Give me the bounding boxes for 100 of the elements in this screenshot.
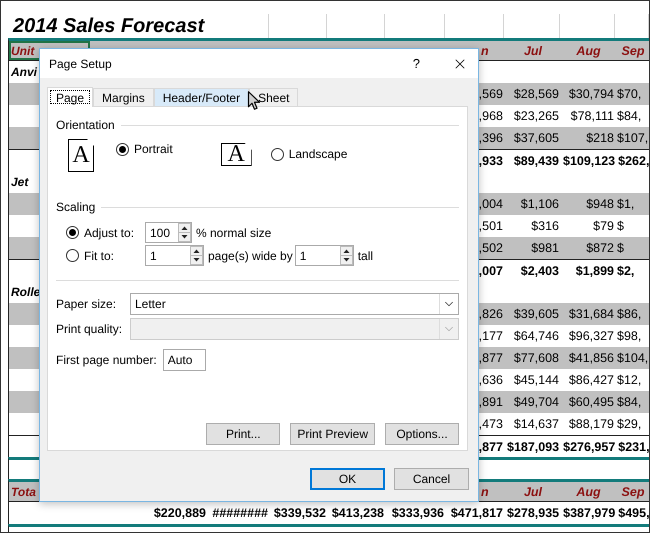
table-cell: $387,979: [563, 506, 616, 520]
table-cell: $: [617, 241, 624, 255]
table-cell: $316: [531, 219, 559, 233]
table-cell: $84,: [617, 109, 642, 123]
table-cell: $86,427: [568, 373, 614, 387]
table-cell: $262,: [618, 154, 649, 168]
table-cell: $948: [586, 197, 614, 211]
ok-button[interactable]: OK: [310, 468, 385, 490]
dialog-button[interactable]: Print...: [206, 423, 280, 445]
column-header: n: [480, 484, 489, 498]
table-cell: $96,327: [568, 329, 614, 343]
table-cell: ,502: [478, 241, 503, 255]
table-cell: ,636: [478, 373, 503, 387]
radio-button[interactable]: [66, 249, 79, 262]
sheet-title: 2014 Sales Forecast: [12, 14, 204, 38]
column-header: Aug: [576, 44, 601, 58]
row-label: Rolle: [11, 285, 40, 299]
table-cell: $70,: [617, 87, 642, 101]
field-label: Paper size:: [56, 297, 118, 311]
cancel-button[interactable]: Cancel: [394, 468, 469, 490]
spinner-caption: % normal size: [196, 226, 272, 240]
row-label: Tota: [11, 484, 36, 498]
table-cell: $1,: [617, 197, 634, 211]
table-cell: $45,144: [514, 373, 559, 387]
radio-button[interactable]: [270, 148, 284, 160]
radio-label[interactable]: Fit to:: [84, 248, 114, 262]
radio-button[interactable]: [66, 226, 79, 239]
table-cell: $60,495: [568, 395, 614, 409]
table-cell: $41,856: [568, 351, 614, 365]
table-cell: $1,106: [520, 197, 559, 211]
tab[interactable]: Page: [47, 87, 94, 107]
table-cell: $88,179: [568, 417, 614, 431]
table-cell: ,007: [478, 264, 503, 278]
spinner-field[interactable]: 1: [145, 245, 204, 266]
row-label: Jet: [11, 175, 28, 189]
table-cell: ,569: [478, 87, 503, 101]
table-cell: $276,957: [563, 440, 616, 454]
table-cell: $104,: [617, 351, 648, 365]
table-cell: $339,532: [274, 506, 326, 520]
table-cell: $28,569: [514, 87, 559, 101]
spinner-field[interactable]: 1: [294, 245, 354, 266]
radio-button[interactable]: [116, 142, 129, 156]
table-cell: $333,936: [392, 506, 444, 520]
dialog-button[interactable]: Options...: [385, 423, 459, 445]
spinner-field[interactable]: 100: [145, 222, 192, 243]
column-header: Jul: [524, 44, 542, 58]
radio-label[interactable]: Landscape: [288, 147, 348, 161]
dialog-title: Page Setup: [49, 56, 113, 70]
table-cell: $39,605: [514, 307, 559, 321]
dropdown[interactable]: Letter: [130, 293, 459, 315]
tab[interactable]: Margins: [93, 88, 154, 106]
dialog-button[interactable]: Print Preview: [290, 423, 375, 445]
table-cell: $79: [593, 219, 614, 233]
table-cell: $29,: [617, 417, 642, 431]
table-cell: ,826: [478, 307, 503, 321]
help-button[interactable]: ?: [408, 56, 424, 71]
table-cell: $49,704: [514, 395, 559, 409]
spinner-caption: page(s) wide by: [208, 248, 293, 262]
table-cell: $218: [586, 131, 614, 145]
table-cell: $981: [531, 241, 559, 255]
table-cell: $12,: [617, 373, 642, 387]
row-label: Anvi: [11, 65, 38, 79]
table-cell: $86,: [617, 307, 642, 321]
field-label: Print quality:: [56, 322, 124, 336]
spin-arrows-icon[interactable]: [190, 246, 203, 265]
column-header: Jul: [524, 484, 542, 498]
column-header: Sep: [622, 484, 644, 498]
portrait-page-icon: A: [68, 139, 94, 172]
table-cell: ,473: [478, 417, 503, 431]
row-label: Unit: [11, 44, 34, 58]
spin-arrows-icon[interactable]: [178, 223, 191, 242]
table-cell: $30,794: [568, 87, 614, 101]
column-header: n: [480, 44, 489, 58]
column-header: Aug: [576, 484, 601, 498]
table-cell: ########: [212, 506, 268, 520]
table-cell: $495,: [618, 506, 649, 520]
table-cell: $98,: [617, 329, 642, 343]
table-cell: $31,684: [568, 307, 614, 321]
table-cell: ,933: [478, 154, 503, 168]
table-cell: $1,899: [576, 264, 614, 278]
radio-label[interactable]: Portrait: [134, 142, 173, 156]
field-label: First page number:: [56, 353, 157, 367]
table-cell: $109,123: [563, 154, 616, 168]
table-cell: $872: [586, 241, 614, 255]
table-cell: $: [617, 219, 624, 233]
table-cell: ,891: [478, 395, 503, 409]
table-cell: $278,935: [507, 506, 560, 520]
input-field[interactable]: Auto: [162, 349, 206, 371]
table-cell: $84,: [617, 395, 642, 409]
landscape-page-icon: A: [220, 143, 252, 166]
table-cell: $220,889: [154, 506, 206, 520]
spin-arrows-icon[interactable]: [340, 246, 353, 265]
table-cell: $89,439: [514, 154, 559, 168]
group-heading: Scaling: [56, 200, 96, 214]
radio-label[interactable]: Adjust to:: [84, 226, 134, 240]
table-cell: ,877: [478, 440, 503, 454]
table-cell: ,004: [478, 197, 503, 211]
table-cell: $231,: [618, 440, 649, 454]
spinner-caption: tall: [358, 248, 374, 262]
tab[interactable]: Header/Footer: [154, 88, 250, 106]
